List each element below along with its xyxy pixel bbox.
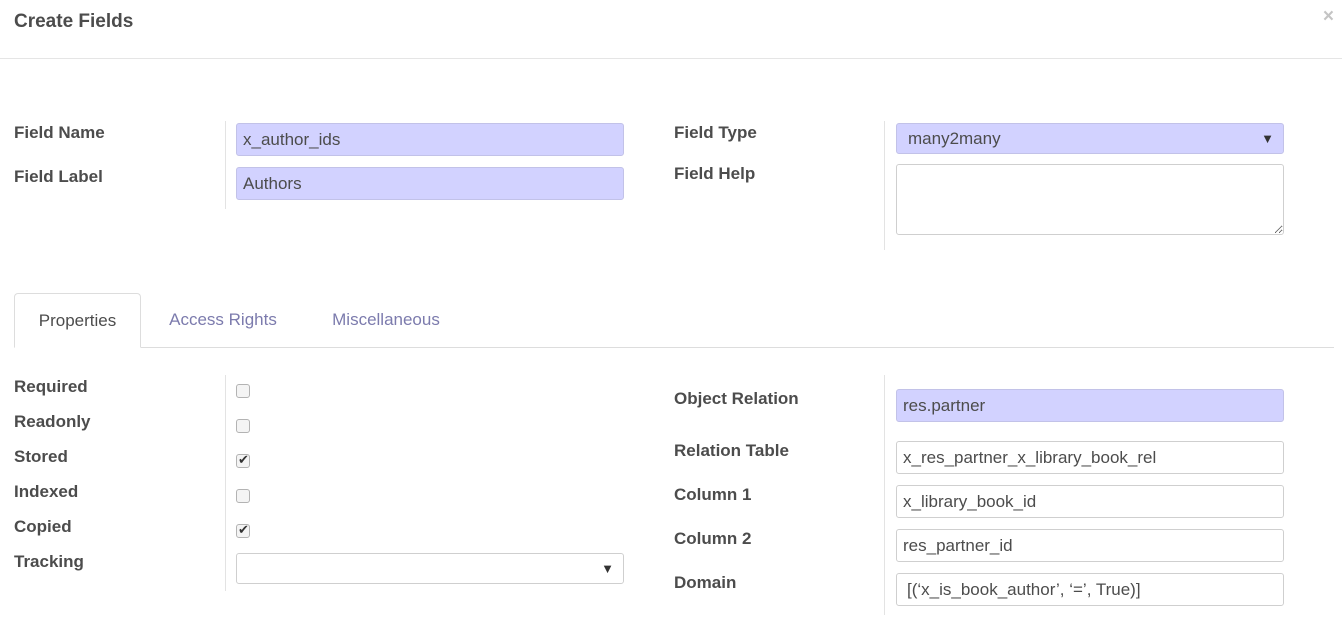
checkmark-icon: ✔: [238, 522, 249, 537]
tab-miscellaneous[interactable]: Miscellaneous: [314, 293, 458, 348]
domain-label: Domain: [674, 573, 737, 592]
relation-table-input[interactable]: [896, 441, 1284, 474]
modal-title: Create Fields: [14, 11, 134, 32]
stored-checkbox[interactable]: ✔: [236, 452, 250, 468]
column2-label: Column 2: [674, 529, 752, 548]
relation-table-label: Relation Table: [674, 441, 789, 460]
tracking-label: Tracking: [14, 552, 84, 571]
modal-header: Create Fields ×: [0, 0, 1342, 59]
readonly-checkbox[interactable]: [236, 419, 250, 433]
field-name-input[interactable]: [236, 123, 624, 156]
stored-label: Stored: [14, 447, 68, 466]
domain-input[interactable]: [896, 573, 1284, 606]
tab-properties[interactable]: Properties: [14, 293, 141, 348]
indexed-checkbox[interactable]: [236, 489, 250, 503]
field-type-value: many2many: [908, 129, 1001, 148]
object-relation-input[interactable]: [896, 389, 1284, 422]
field-label-input[interactable]: [236, 167, 624, 200]
required-label: Required: [14, 377, 88, 396]
caret-down-icon: ▼: [1261, 131, 1274, 146]
caret-down-icon: ▼: [601, 561, 614, 576]
column2-input[interactable]: [896, 529, 1284, 562]
divider: [225, 375, 226, 591]
field-help-textarea[interactable]: [896, 164, 1284, 235]
divider: [884, 375, 885, 615]
copied-checkbox[interactable]: ✔: [236, 522, 250, 538]
field-label-label: Field Label: [14, 167, 103, 186]
field-help-label: Field Help: [674, 164, 756, 183]
divider: [884, 121, 885, 250]
column1-input[interactable]: [896, 485, 1284, 518]
field-type-label: Field Type: [674, 123, 757, 142]
readonly-label: Readonly: [14, 412, 91, 431]
close-button[interactable]: ×: [1323, 6, 1334, 28]
field-name-label: Field Name: [14, 123, 105, 142]
divider: [225, 121, 226, 209]
checkmark-icon: ✔: [238, 452, 249, 467]
tab-access-rights[interactable]: Access Rights: [152, 293, 294, 348]
indexed-label: Indexed: [14, 482, 79, 501]
required-checkbox[interactable]: [236, 384, 250, 398]
object-relation-label: Object Relation: [674, 389, 799, 408]
tracking-select[interactable]: ▼: [236, 553, 624, 584]
copied-label: Copied: [14, 517, 72, 536]
field-type-select[interactable]: many2many ▼: [896, 123, 1284, 154]
column1-label: Column 1: [674, 485, 752, 504]
